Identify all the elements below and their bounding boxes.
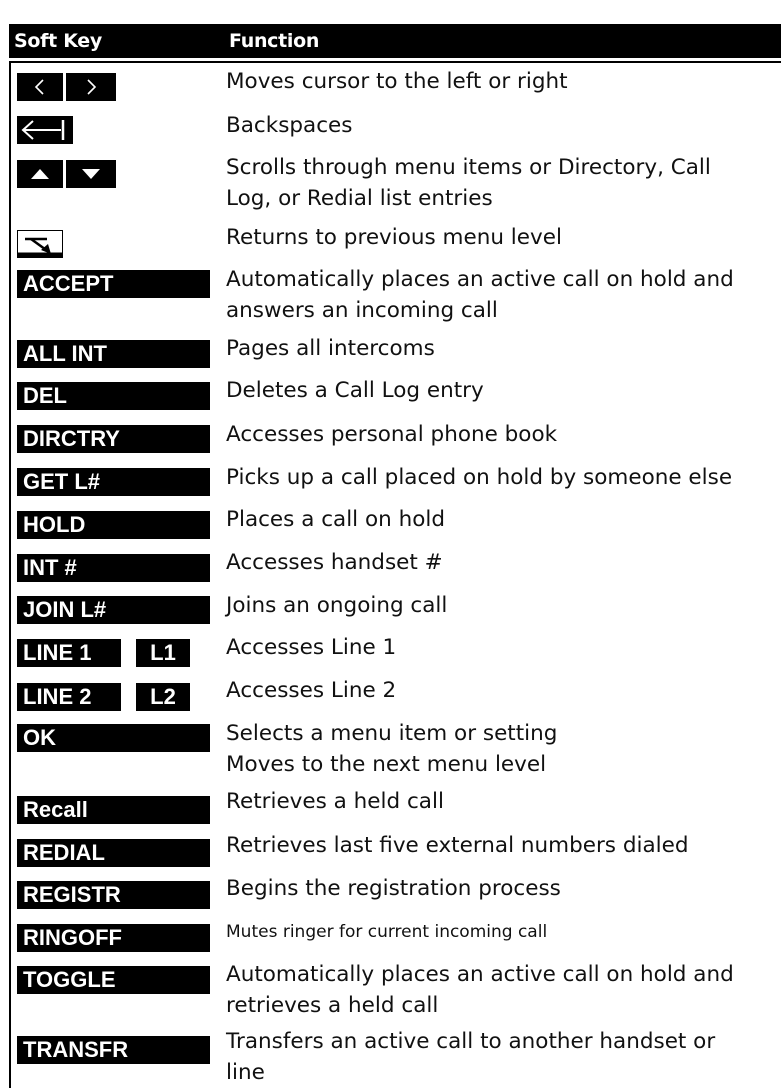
header-soft-key: Soft Key [14, 30, 102, 52]
row-description: Accesses Line 2 [226, 678, 397, 703]
row-description: Mutes ringer for current incoming call [226, 922, 548, 942]
backspace-icon [17, 116, 73, 144]
cursor-right-icon [66, 73, 116, 101]
row-description: Transfers an active call to another hand… [226, 1029, 716, 1085]
soft-key-recall: Recall [17, 796, 210, 824]
table-header: Soft Key Function [9, 24, 781, 58]
row-description: Backspaces [226, 113, 353, 138]
row-description: Accesses Line 1 [226, 635, 397, 660]
row-description: Deletes a Call Log entry [226, 378, 484, 403]
row-description: Selects a menu item or setting Moves to … [226, 721, 558, 777]
soft-key-transfr: TRANSFR [17, 1036, 210, 1064]
soft-key-registr: REGISTR [17, 881, 210, 909]
soft-key-l1: L1 [136, 639, 190, 667]
cursor-left-icon [17, 73, 63, 101]
soft-key-ok: OK [17, 724, 210, 752]
soft-key-hold: HOLD [17, 511, 210, 539]
row-description: Automatically places an active call on h… [226, 962, 734, 1018]
soft-key-l2: L2 [136, 683, 190, 711]
header-divider [9, 61, 781, 63]
soft-key-table: Soft Key Function Moves cursor to the le… [0, 0, 781, 1088]
scroll-up-icon [17, 160, 63, 188]
row-description: Joins an ongoing call [226, 593, 448, 618]
header-function: Function [229, 30, 320, 52]
soft-key-line-1: LINE 1 [17, 639, 121, 667]
row-description: Places a call on hold [226, 507, 445, 532]
row-description: Begins the registration process [226, 876, 561, 901]
row-description: Returns to previous menu level [226, 225, 562, 250]
row-description: Automatically places an active call on h… [226, 267, 734, 323]
row-description: Pages all intercoms [226, 336, 435, 361]
soft-key-redial: REDIAL [17, 839, 210, 867]
soft-key-line-2: LINE 2 [17, 683, 121, 711]
soft-key-get-line: GET L# [17, 468, 210, 496]
row-description: Moves cursor to the left or right [226, 69, 568, 94]
soft-key-all-int: ALL INT [17, 340, 210, 368]
row-description: Picks up a call placed on hold by someon… [226, 465, 733, 490]
row-description: Accesses personal phone book [226, 422, 558, 447]
row-description: Scrolls through menu items or Directory,… [226, 155, 711, 211]
soft-key-del: DEL [17, 382, 210, 410]
back-arrow-icon [17, 230, 63, 258]
soft-key-dirctry: DIRCTRY [17, 425, 210, 453]
table-left-border [9, 61, 11, 1088]
scroll-down-icon [66, 160, 116, 188]
soft-key-ringoff: RINGOFF [17, 924, 210, 952]
soft-key-accept: ACCEPT [17, 270, 210, 298]
row-description: Retrieves a held call [226, 789, 444, 814]
row-description: Accesses handset # [226, 550, 443, 575]
soft-key-join-line: JOIN L# [17, 596, 210, 624]
soft-key-int: INT # [17, 554, 210, 582]
soft-key-toggle: TOGGLE [17, 966, 210, 994]
row-description: Retrieves last five external numbers dia… [226, 833, 689, 858]
